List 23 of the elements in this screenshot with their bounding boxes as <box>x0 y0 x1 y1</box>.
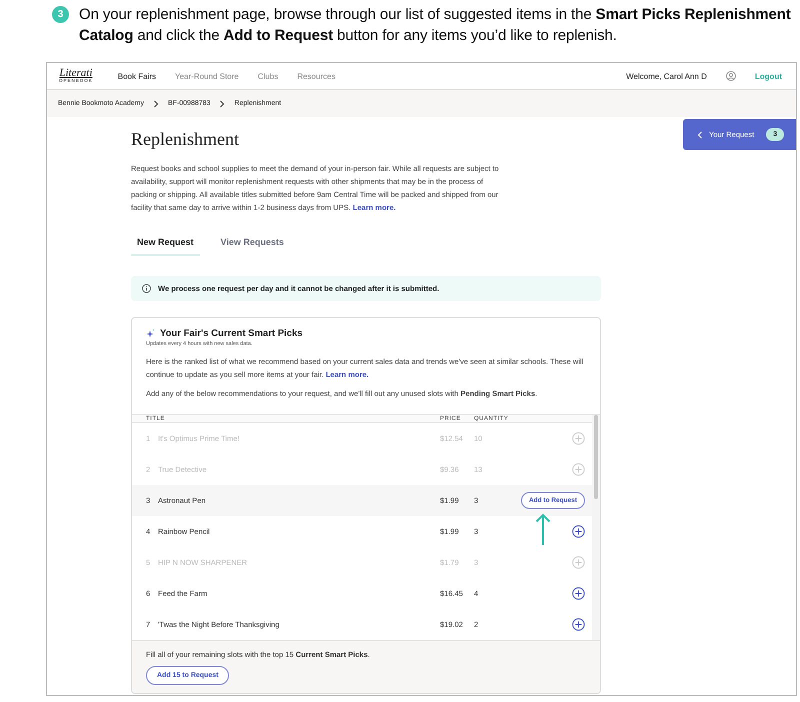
tab[interactable]: New Request <box>131 236 200 256</box>
nav-link[interactable]: Year-Round Store <box>175 72 239 80</box>
tab[interactable]: View Requests <box>214 236 290 256</box>
step-number-badge: 3 <box>52 6 69 23</box>
card-title: Your Fair's Current Smart Picks <box>160 328 303 339</box>
step-instruction: On your replenishment page, browse through our list of suggested items in the Smart Picks Replenishment Catalog and click the Add to Request button for any items you’d like to replenish. <box>79 5 792 46</box>
chevron-right-icon <box>153 100 159 108</box>
add-plus-icon[interactable] <box>572 618 585 631</box>
add-plus-icon[interactable] <box>572 525 585 538</box>
chevron-left-icon <box>697 130 703 138</box>
scrollbar-thumb[interactable] <box>594 415 598 499</box>
welcome-text: Welcome, Carol Ann D <box>626 72 707 80</box>
add-plus-icon[interactable] <box>572 587 585 600</box>
nav-link[interactable]: Clubs <box>258 72 278 80</box>
sparkle-icon <box>146 329 155 338</box>
page-title: Replenishment <box>131 129 240 150</box>
nav-link[interactable]: Resources <box>297 72 336 80</box>
nav-link[interactable]: Book Fairs <box>118 72 156 80</box>
info-icon <box>142 284 151 293</box>
logo-wordmark[interactable]: Literati <box>59 68 92 80</box>
pointer-arrow-icon <box>535 513 551 546</box>
user-icon <box>726 71 736 81</box>
chevron-right-icon <box>219 100 226 108</box>
